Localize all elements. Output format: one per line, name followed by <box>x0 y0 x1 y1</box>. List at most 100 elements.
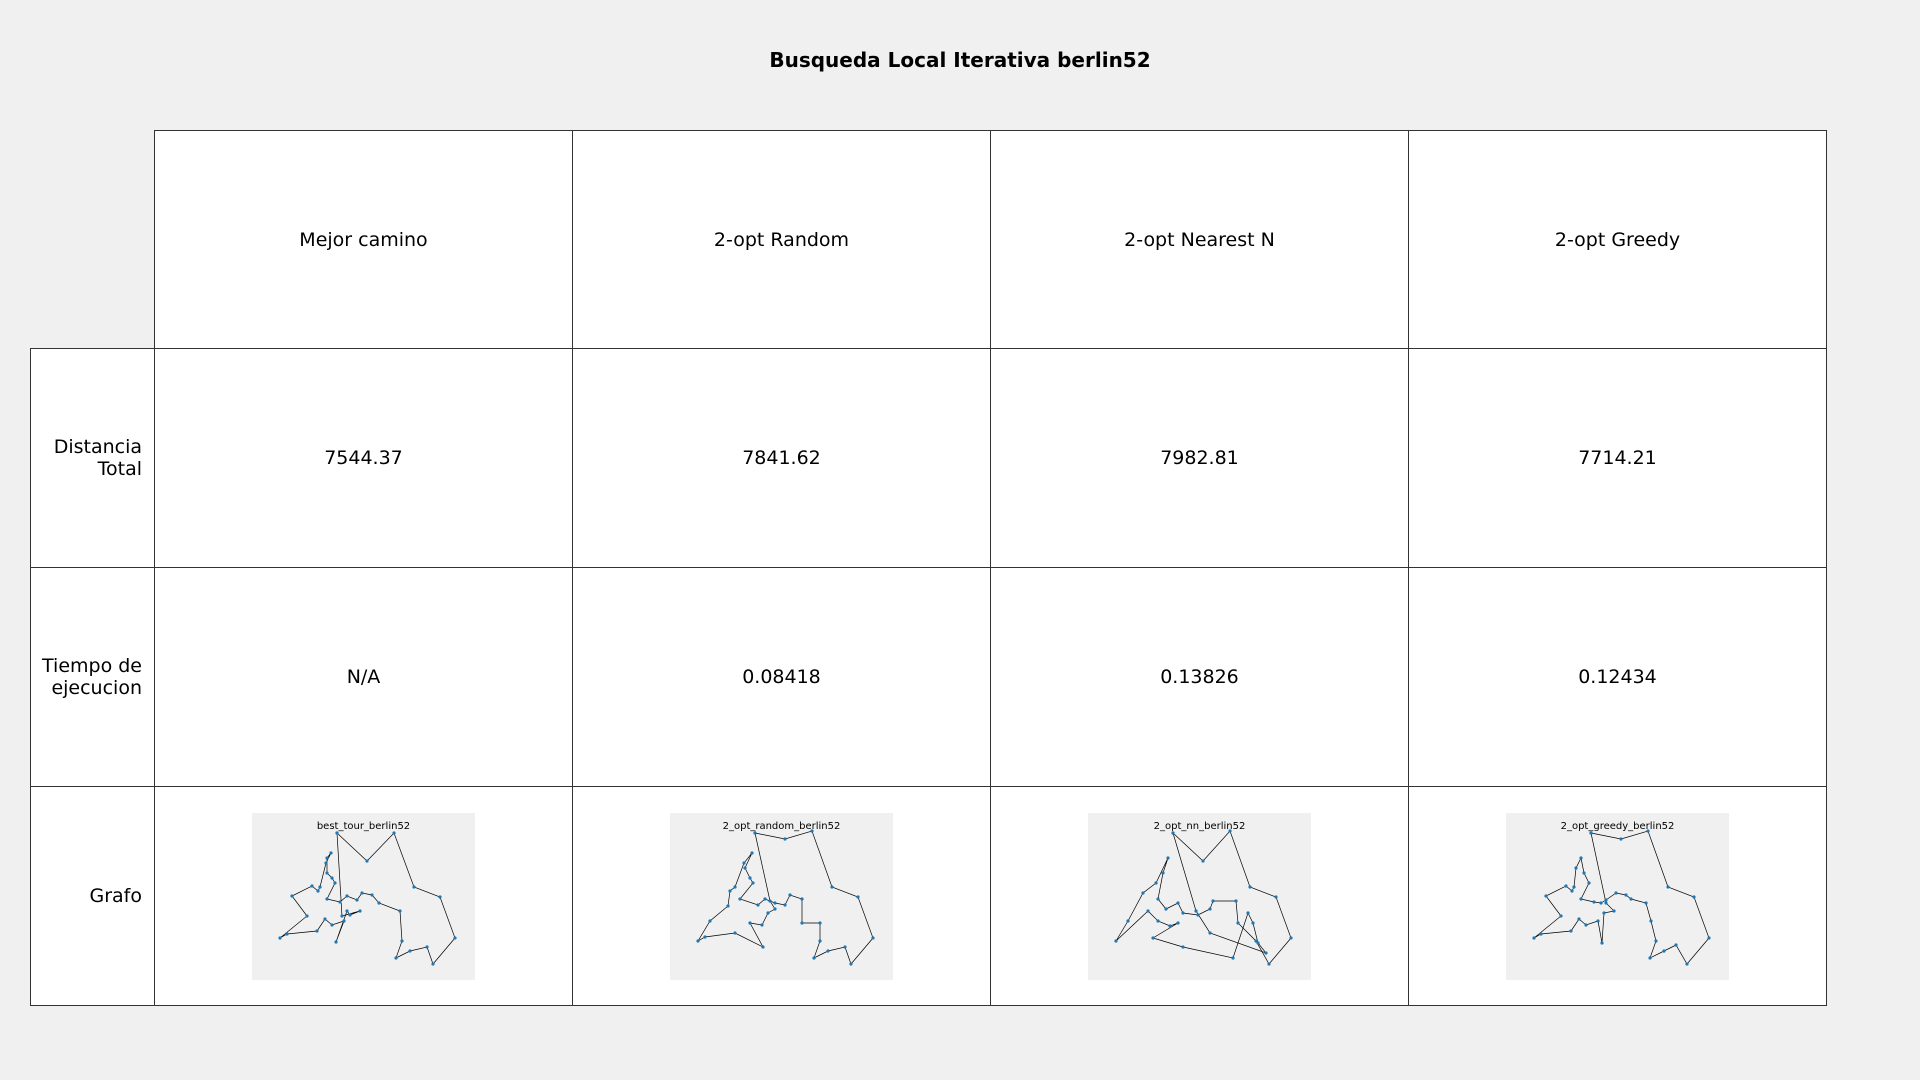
tour-node <box>760 922 764 927</box>
tour-graph <box>696 828 875 966</box>
tour-node <box>290 893 294 898</box>
tour-node <box>323 916 327 921</box>
tour-node <box>315 928 319 933</box>
column-header: 2-opt Random <box>572 130 991 349</box>
tour-node <box>398 908 402 913</box>
tour-node <box>394 955 398 960</box>
tour-node <box>773 900 777 905</box>
tour-node <box>334 939 338 944</box>
tour-thumbnail: 2_opt_nn_berlin52 <box>1088 812 1311 980</box>
tour-node <box>1196 912 1200 917</box>
tour-node <box>1544 893 1548 898</box>
tour-node <box>708 918 712 923</box>
tour-node <box>763 896 767 901</box>
table-cell: 7544.37 <box>154 348 573 568</box>
table-cell: 7841.62 <box>572 348 991 568</box>
table-row-distance: Distancia Total 7544.37 7841.62 7982.81 7… <box>30 348 1827 568</box>
tour-node <box>748 875 752 880</box>
tour-node <box>733 930 737 935</box>
tour-node <box>1289 935 1293 940</box>
tour-node <box>738 896 742 901</box>
tour-node <box>1248 884 1252 889</box>
tour-node <box>856 894 860 899</box>
tour-node <box>1654 938 1658 943</box>
tour-node <box>1604 897 1608 902</box>
tour-node <box>355 897 359 902</box>
tour-node <box>1154 880 1158 885</box>
tour-thumbnail: best_tour_berlin52 <box>252 812 475 980</box>
tour-node <box>1574 865 1578 870</box>
tour-node <box>1234 898 1238 903</box>
tour-node <box>1572 884 1576 889</box>
results-table: Mejor camino 2-opt Random 2-opt Nearest … <box>30 130 1827 1006</box>
tour-node <box>1194 908 1198 913</box>
tour-node <box>1181 944 1185 949</box>
row-label-line: Distancia <box>53 436 142 458</box>
tour-path <box>1115 829 1292 965</box>
table-row-time: Tiempo de ejecucion N/A 0.08418 0.13826 0… <box>30 567 1827 787</box>
tour-node <box>310 883 314 888</box>
tour-node <box>1648 955 1652 960</box>
header-row: Mejor camino 2-opt Random 2-opt Nearest … <box>31 130 1827 349</box>
tour-node <box>1161 870 1165 875</box>
tour-node <box>425 944 429 949</box>
tour-node <box>843 944 847 949</box>
tour-node <box>325 896 329 901</box>
tour-node <box>1166 855 1170 860</box>
tour-node <box>324 860 328 865</box>
tour-node <box>360 890 364 895</box>
tour-node <box>750 850 754 855</box>
tour-node <box>1629 896 1633 901</box>
tour-node <box>325 855 329 860</box>
tour-node <box>1570 888 1574 893</box>
tour-graph <box>278 830 457 966</box>
column-header: 2-opt Greedy <box>1408 130 1827 349</box>
tour-node <box>400 938 404 943</box>
tour-node <box>1264 950 1268 955</box>
graph-cell: 2_opt_random_berlin52 <box>572 786 991 1006</box>
graph-cell: best_tour_berlin52 <box>154 786 573 1006</box>
tour-node <box>1674 942 1678 947</box>
tour-node <box>751 880 755 885</box>
tour-node <box>1579 855 1583 860</box>
tour-node <box>783 902 787 907</box>
tour-node <box>742 860 746 865</box>
tour-node <box>768 898 772 903</box>
tour-node <box>412 884 416 889</box>
tour-path <box>279 831 456 965</box>
tour-node <box>1649 918 1653 923</box>
tour-node <box>1181 910 1185 915</box>
tour-node <box>1256 940 1260 945</box>
tour-node <box>756 902 760 907</box>
graph-cell: 2_opt_greedy_berlin52 <box>1408 786 1827 1006</box>
tour-node <box>1692 894 1696 899</box>
chart-title: Busqueda Local Iterativa berlin52 <box>769 48 1151 72</box>
row-label-line: Tiempo de <box>42 655 142 677</box>
thumbnail-title: best_tour_berlin52 <box>316 820 411 832</box>
tour-node <box>1231 955 1235 960</box>
tour-node <box>1176 900 1180 905</box>
tour-node <box>783 836 787 841</box>
tour-node <box>1604 900 1608 905</box>
tour-node <box>1208 930 1212 935</box>
table-cell: 7714.21 <box>1408 348 1827 568</box>
column-header: Mejor camino <box>154 130 573 349</box>
tour-node <box>1251 920 1255 925</box>
tour-node <box>340 913 344 918</box>
tour-node <box>1662 948 1666 953</box>
tour-node <box>696 938 700 943</box>
column-header: 2-opt Nearest N <box>990 130 1409 349</box>
tour-node <box>370 892 374 897</box>
tour-node <box>818 938 822 943</box>
tour-node <box>438 894 442 899</box>
tour-node <box>1599 900 1603 905</box>
row-label-line: ejecucion <box>51 677 142 699</box>
tour-node <box>330 875 334 880</box>
tour-node <box>345 908 349 913</box>
tour-node <box>1612 908 1616 913</box>
tour-node <box>1596 918 1600 923</box>
tour-node <box>1236 920 1240 925</box>
tour-node <box>1211 898 1215 903</box>
table-cell: 7982.81 <box>990 348 1409 568</box>
tour-node <box>871 935 875 940</box>
